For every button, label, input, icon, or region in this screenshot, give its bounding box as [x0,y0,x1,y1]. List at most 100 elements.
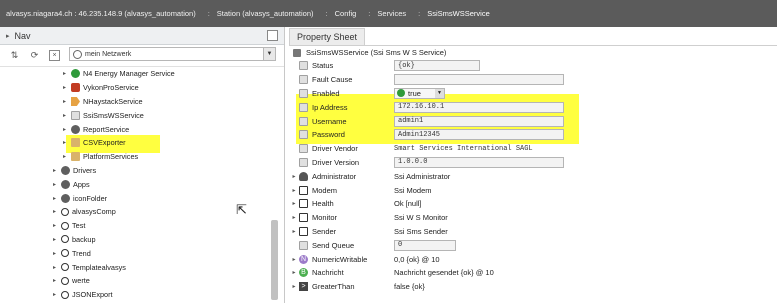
platform-icon [71,152,80,162]
monitor-icon [299,213,308,223]
expand-arrow-icon[interactable]: ▸ [289,173,299,180]
property-row: Ip Address 172.16.10.1 [289,100,777,114]
expand-arrow-icon[interactable]: ▸ [60,112,69,119]
expand-arrow-icon[interactable]: ▸ [289,187,299,194]
tree-item[interactable]: ▸ iconFolder [0,191,270,205]
breadcrumb-item[interactable]: Station (alvasys_automation) [202,0,320,27]
property-row: ▸ B Nachricht Nachricht gesendet {ok} @ 10 [289,266,777,280]
circle-icon [61,207,69,216]
expand-arrow-icon[interactable]: ▸ [50,208,59,215]
expand-arrow-icon[interactable]: ▸ [60,139,69,146]
expand-arrow-icon[interactable]: ▸ [50,195,59,202]
property-value-field[interactable]: 172.16.10.1 [394,101,564,113]
expand-arrow-icon[interactable]: ▸ [60,126,69,133]
expand-arrow-icon[interactable]: ▸ [50,181,59,188]
circle-icon [61,263,69,272]
tree-item[interactable]: ▸ Test [0,219,270,233]
breadcrumb-item[interactable]: SsiSmsWSService [412,0,496,27]
property-value: 0,0 {ok} @ 10 [394,254,440,264]
tree-item[interactable]: ▸ Drivers [0,164,270,178]
tree-item[interactable]: ▸ SsiSmsWSService [0,108,270,122]
property-row: ▸ > GreaterThan false {ok} [289,280,777,294]
property-rows: Status {ok} Fault Cause Enabled true ▼ Ip Addr… [289,59,777,294]
expand-arrow-icon[interactable]: ▸ [60,84,69,91]
expand-arrow-icon[interactable]: ▸ [50,277,59,284]
breadcrumb-item[interactable]: Services [362,0,412,27]
property-row: Username admin1 [289,114,777,128]
tree-item[interactable]: ▸ NHaystackService [0,95,270,109]
property-value-field[interactable]: admin1 [394,115,564,127]
property-value-field[interactable]: {ok} [394,60,480,72]
component-header: SsiSmsWSService (Ssi Sms W S Service) [293,47,446,58]
dock-icon[interactable] [267,30,278,41]
greater-than-icon: > [299,282,308,292]
expand-arrow-icon[interactable]: ▸ [50,167,59,174]
close-icon[interactable]: × [49,50,60,61]
tree-item[interactable]: ▸ VykonProService [0,81,270,95]
tree-item[interactable]: ▸ Apps [0,177,270,191]
tree-item[interactable]: ▸ JSONExport [0,288,270,302]
monitor-icon [299,185,308,195]
slot-icon [299,157,308,167]
expand-arrow-icon[interactable]: ▸ [289,256,299,263]
tree-item[interactable]: ▸ Templatealvasys [0,260,270,274]
tree-item-label: Templatealvasys [72,262,126,272]
tab-property-sheet[interactable]: Property Sheet [289,28,366,45]
circle-icon [61,235,69,244]
property-value: Ssi Administrator [394,171,451,181]
component-icon [293,48,301,57]
property-value-field[interactable]: 1.0.0.0 [394,156,564,168]
enabled-value: true [408,88,421,98]
collapse-arrow-icon[interactable]: ▸ [6,32,10,40]
tree-item-label: Trend [72,248,91,258]
property-name: Enabled [312,88,340,98]
property-row: ▸ Monitor Ssi W S Monitor [289,211,777,225]
expand-arrow-icon[interactable]: ▸ [60,70,69,77]
tree-item[interactable]: ▸ ReportService [0,122,270,136]
property-value-field[interactable]: 0 [394,239,456,251]
property-value-field[interactable]: Admin12345 [394,129,564,141]
enabled-select[interactable]: true ▼ [394,87,445,99]
refresh-icon[interactable]: ⟳ [29,50,40,61]
network-select[interactable]: mein Netzwerk ▼ [69,47,276,61]
expand-arrow-icon[interactable]: ▸ [50,236,59,243]
expand-arrow-icon[interactable]: ▸ [289,214,299,221]
property-row: Driver Vendor Smart Services Internationa… [289,142,777,156]
tree-item[interactable]: ▸ Trend [0,246,270,260]
tree-item[interactable]: ▸ CSVExporter [0,136,270,150]
tree-item[interactable]: ▸ alvasysComp [0,205,270,219]
expand-arrow-icon[interactable]: ▸ [289,283,299,290]
circle-icon [61,221,69,230]
tree-item-label: werte [72,276,90,286]
chevron-down-icon[interactable]: ▼ [435,88,444,98]
scrollbar[interactable] [271,220,278,300]
tree-item-label: NHaystackService [83,96,143,106]
expand-arrow-icon[interactable]: ▸ [50,291,59,298]
expand-arrow-icon[interactable]: ▸ [289,200,299,207]
tree-item-label: JSONExport [72,290,113,300]
tree-item[interactable]: ▸ backup [0,233,270,247]
expand-arrow-icon[interactable]: ▸ [289,228,299,235]
tree-item[interactable]: ▸ PlatformServices [0,150,270,164]
expand-arrow-icon[interactable]: ▸ [50,222,59,229]
breadcrumb-item[interactable]: Config [320,0,363,27]
property-name: Monitor [312,213,338,223]
expand-arrow-icon[interactable]: ▸ [50,250,59,257]
property-value: Ssi W S Monitor [394,213,448,223]
property-sheet: Property Sheet SsiSmsWSService (Ssi Sms … [289,27,777,303]
chevron-down-icon[interactable]: ▼ [263,48,275,60]
expand-arrow-icon[interactable]: ▸ [60,98,69,105]
expand-arrow-icon[interactable]: ▸ [289,269,299,276]
breadcrumb-item[interactable]: alvasys.niagara4.ch : 46.235.148.9 (alva… [0,0,202,27]
tree-item[interactable]: ▸ N4 Energy Manager Service [0,67,270,81]
breadcrumb: alvasys.niagara4.ch : 46.235.148.9 (alva… [0,0,777,27]
property-value-field[interactable] [394,74,564,86]
property-row: ▸ Sender Ssi Sms Sender [289,225,777,239]
nav-title: Nav [14,30,31,41]
sync-icon[interactable]: ⇅ [9,50,20,61]
property-name: Status [312,61,334,71]
property-name: Password [312,130,345,140]
expand-arrow-icon[interactable]: ▸ [50,264,59,271]
expand-arrow-icon[interactable]: ▸ [60,153,69,160]
tree-item[interactable]: ▸ werte [0,274,270,288]
